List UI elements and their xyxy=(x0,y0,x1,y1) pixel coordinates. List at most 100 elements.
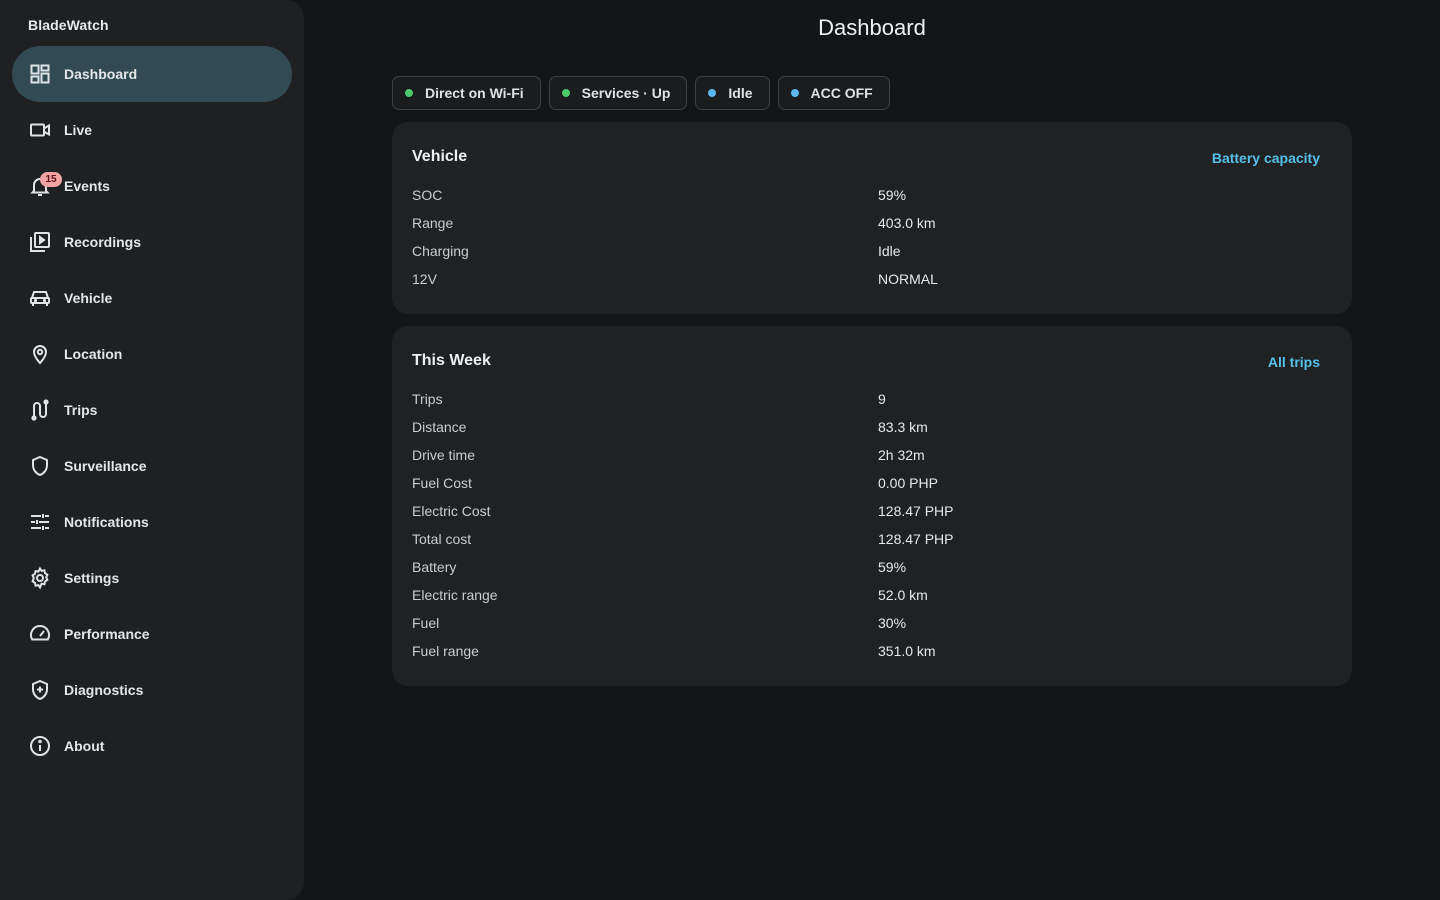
status-chip-label: Direct on Wi-Fi xyxy=(425,85,524,101)
this-week-card-title: This Week xyxy=(412,352,491,369)
stat-label: Fuel range xyxy=(412,643,479,659)
route-icon xyxy=(28,398,52,422)
stat-value: 52.0 km xyxy=(878,587,928,603)
sidebar-item-label: Diagnostics xyxy=(64,682,144,698)
stat-row-battery: Battery 59% xyxy=(412,557,1332,585)
stat-label: 12V xyxy=(412,271,437,287)
stat-row-fuel-range: Fuel range 351.0 km xyxy=(412,641,1332,669)
stat-row-fuel: Fuel 30% xyxy=(412,613,1332,641)
vehicle-stats: SOC 59% Range 403.0 km Charging Idle 12V NORMAL xyxy=(412,185,1332,297)
status-dot xyxy=(561,89,570,97)
all-trips-link[interactable]: All trips xyxy=(1268,354,1320,370)
stat-value: 128.47 PHP xyxy=(878,503,954,519)
status-chips: Direct on Wi-Fi Services · Up Idle ACC OFF xyxy=(392,76,890,110)
sidebar-item-notifications[interactable]: Notifications xyxy=(12,494,292,550)
events-count-badge: 15 xyxy=(40,172,62,187)
stat-label: Fuel xyxy=(412,615,440,631)
car-icon xyxy=(28,286,52,310)
stat-label: Battery xyxy=(412,559,457,575)
status-chip-idle[interactable]: Idle xyxy=(695,76,770,110)
sidebar-item-live[interactable]: Live xyxy=(12,102,292,158)
this-week-stats: Trips 9 Distance 83.3 km Drive time 2h 32m Fue… xyxy=(412,389,1332,669)
gear-icon xyxy=(28,566,52,590)
stat-value: NORMAL xyxy=(878,271,938,287)
video-library-icon xyxy=(28,230,52,254)
stat-label: SOC xyxy=(412,187,443,203)
stat-value: Idle xyxy=(878,243,901,259)
info-icon xyxy=(28,734,52,758)
sidebar-item-vehicle[interactable]: Vehicle xyxy=(12,270,292,326)
stat-value: 0.00 PHP xyxy=(878,475,938,491)
sidebar-item-label: Live xyxy=(64,122,93,138)
shield-icon xyxy=(28,454,52,478)
status-chip-label: ACC OFF xyxy=(810,85,873,101)
sidebar-item-location[interactable]: Location xyxy=(12,326,292,382)
sidebar-item-label: Vehicle xyxy=(64,290,113,306)
stat-row-12v: 12V NORMAL xyxy=(412,269,1332,297)
status-chip-services-up[interactable]: Services · Up xyxy=(548,76,688,110)
sidebar-item-recordings[interactable]: Recordings xyxy=(12,214,292,270)
stat-value: 403.0 km xyxy=(878,215,936,231)
app-root: BladeWatch Dashboard Live 15 Events Recordin… xyxy=(0,0,1440,900)
stat-row-total-cost: Total cost 128.47 PHP xyxy=(412,529,1332,557)
sidebar-item-settings[interactable]: Settings xyxy=(12,550,292,606)
status-dot xyxy=(708,89,717,97)
stat-row-trips: Trips 9 xyxy=(412,389,1332,417)
stat-label: Drive time xyxy=(412,447,476,463)
status-chip-label: Idle xyxy=(728,85,753,101)
stat-value: 59% xyxy=(878,187,907,203)
app-name: BladeWatch xyxy=(28,17,109,33)
speedometer-icon xyxy=(28,622,52,646)
sidebar-item-about[interactable]: About xyxy=(12,718,292,774)
stat-value: 2h 32m xyxy=(878,447,925,463)
stat-label: Range xyxy=(412,215,454,231)
stat-label: Fuel Cost xyxy=(412,475,472,491)
sidebar-item-events[interactable]: 15 Events xyxy=(12,158,292,214)
stat-row-electric-cost: Electric Cost 128.47 PHP xyxy=(412,501,1332,529)
sidebar-item-label: Location xyxy=(64,346,123,362)
stat-value: 9 xyxy=(878,391,886,407)
stat-value: 128.47 PHP xyxy=(878,531,954,547)
stat-label: Electric range xyxy=(412,587,498,603)
location-pin-icon xyxy=(28,342,52,366)
sidebar: BladeWatch Dashboard Live 15 Events Recordin… xyxy=(0,0,304,900)
sidebar-item-label: Performance xyxy=(64,626,150,642)
sidebar-item-label: Events xyxy=(64,178,110,194)
stat-value: 351.0 km xyxy=(878,643,936,659)
vehicle-card-title: Vehicle xyxy=(412,148,468,165)
stat-value: 59% xyxy=(878,559,907,575)
stat-label: Total cost xyxy=(412,531,472,547)
stat-label: Electric Cost xyxy=(412,503,491,519)
sidebar-item-label: Notifications xyxy=(64,514,149,530)
sidebar-item-diagnostics[interactable]: Diagnostics xyxy=(12,662,292,718)
stat-row-soc: SOC 59% xyxy=(412,185,1332,213)
stat-label: Trips xyxy=(412,391,443,407)
status-chip-label: Services · Up xyxy=(581,85,671,101)
this-week-card: This Week All trips Trips 9 Distance 83.3 k… xyxy=(392,326,1352,686)
battery-capacity-link[interactable]: Battery capacity xyxy=(1212,150,1320,166)
stat-row-range: Range 403.0 km xyxy=(412,213,1332,241)
sidebar-item-label: Dashboard xyxy=(64,66,138,82)
sidebar-item-label: Trips xyxy=(64,402,98,418)
stat-row-distance: Distance 83.3 km xyxy=(412,417,1332,445)
stat-row-electric-range: Electric range 52.0 km xyxy=(412,585,1332,613)
dashboard-icon xyxy=(28,62,52,86)
sidebar-item-trips[interactable]: Trips xyxy=(12,382,292,438)
status-chip-acc-off[interactable]: ACC OFF xyxy=(777,76,890,110)
sidebar-item-label: Surveillance xyxy=(64,458,147,474)
tune-icon xyxy=(28,510,52,534)
sidebar-item-label: Recordings xyxy=(64,234,142,250)
sidebar-item-surveillance[interactable]: Surveillance xyxy=(12,438,292,494)
this-week-card-header: This Week All trips xyxy=(412,352,1320,372)
sidebar-item-label: About xyxy=(64,738,105,754)
status-chip-direct-on-wi-fi[interactable]: Direct on Wi-Fi xyxy=(392,76,541,110)
sidebar-item-performance[interactable]: Performance xyxy=(12,606,292,662)
page-title: Dashboard xyxy=(818,15,926,40)
status-dot xyxy=(405,89,413,97)
vehicle-card: Vehicle Battery capacity SOC 59% Range 403.… xyxy=(392,122,1352,314)
sidebar-item-dashboard[interactable]: Dashboard xyxy=(12,46,292,102)
stat-label: Charging xyxy=(412,243,469,259)
stat-row-charging: Charging Idle xyxy=(412,241,1332,269)
video-camera-icon xyxy=(28,118,52,142)
stat-value: 30% xyxy=(878,615,907,631)
